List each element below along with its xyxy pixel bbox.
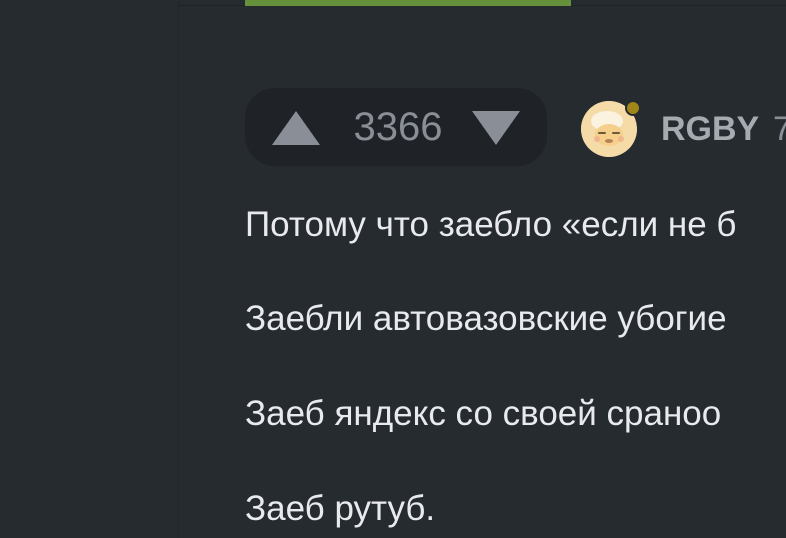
post-paragraph: Заеб рутуб. [245, 489, 436, 528]
upvote-icon[interactable] [272, 111, 320, 145]
post-paragraph: Потому что заебло «если не б [245, 205, 737, 244]
post-time: 7 [773, 110, 786, 150]
post-paragraph: Заеб яндекс со своей сраноо [245, 394, 722, 433]
post-body: Потому что заебло «если не б Заебли авто… [245, 198, 786, 538]
post-paragraph: Заебли автовазовские убогие [245, 299, 727, 338]
vote-count: 3366 [353, 105, 443, 149]
page: 3366 RGBY 7 Потому что заебло «если не б… [0, 0, 786, 538]
rating-progress-bar [245, 0, 571, 6]
left-sidebar [0, 0, 178, 538]
downvote-icon[interactable] [472, 111, 520, 145]
post-time-text: 7 [773, 110, 786, 148]
online-badge [625, 100, 641, 116]
author-username[interactable]: RGBY [661, 110, 759, 148]
